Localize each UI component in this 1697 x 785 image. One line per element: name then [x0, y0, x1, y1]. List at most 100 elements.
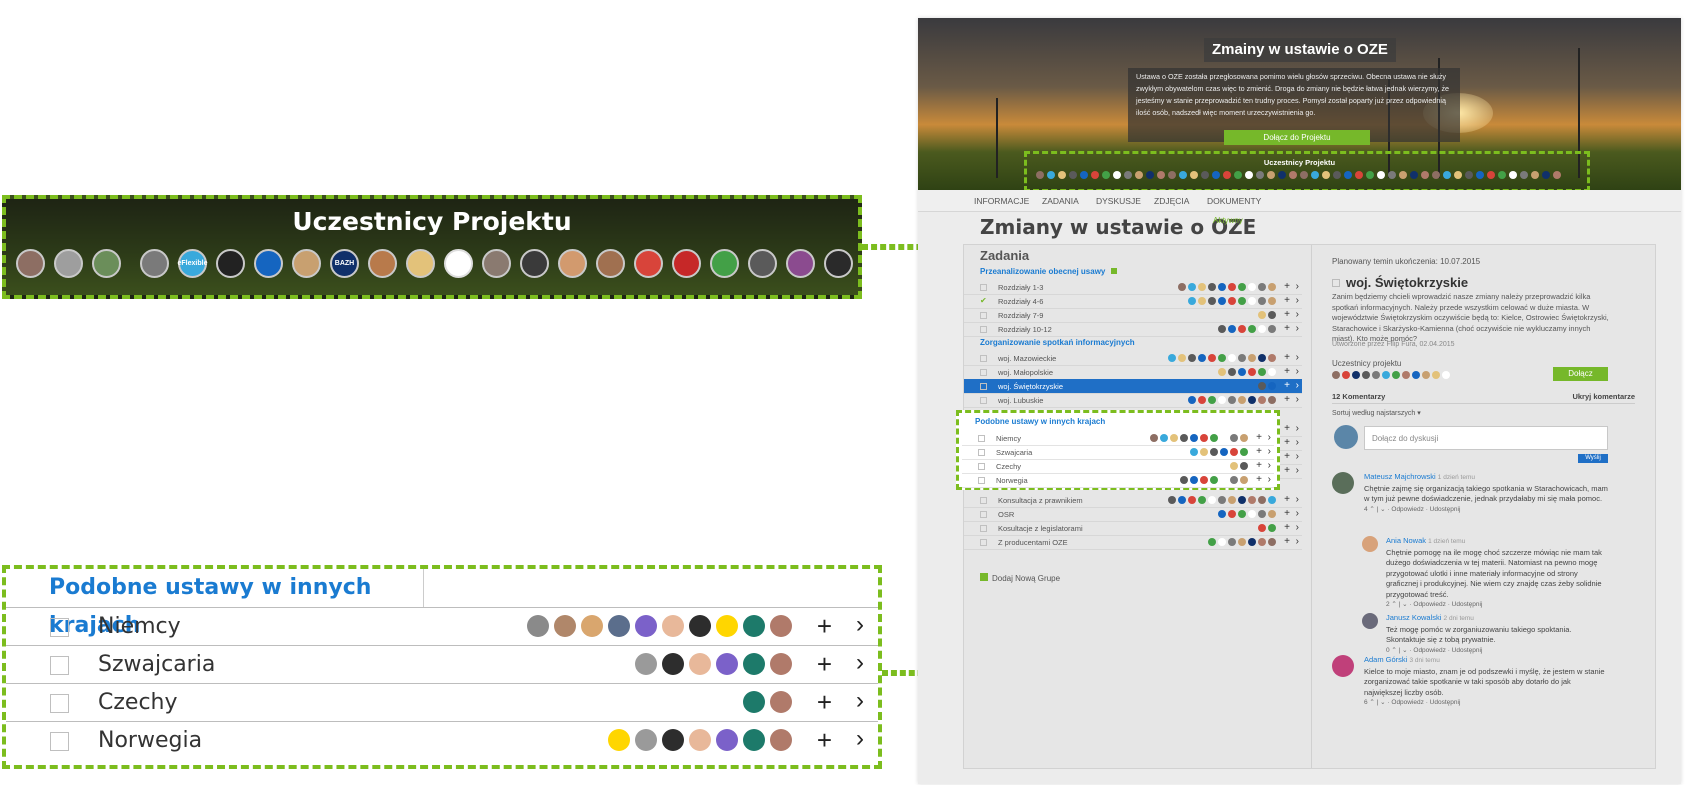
add-assignee-icon[interactable]: + — [1284, 309, 1290, 320]
task-checkbox[interactable] — [980, 326, 987, 333]
chevron-right-icon[interactable]: › — [1268, 474, 1271, 485]
participant-avatar[interactable] — [672, 249, 701, 278]
participant-avatar[interactable] — [1442, 371, 1450, 379]
add-assignee-icon[interactable]: + — [1284, 281, 1290, 292]
task-checkbox[interactable] — [980, 497, 987, 504]
participant-avatar[interactable] — [406, 249, 435, 278]
task-checkbox[interactable] — [980, 383, 987, 390]
comment-actions[interactable]: 6 ⌃ | ⌄ · Odpowiedz · Udostępnij — [1364, 698, 1608, 709]
sort-dropdown[interactable]: Sortuj według najstarszych ▾ — [1332, 409, 1421, 417]
task-checkbox[interactable] — [980, 397, 987, 404]
task-row[interactable]: Rozdziały 10-12 + › — [964, 322, 1302, 337]
participant-avatar[interactable] — [16, 249, 45, 278]
chevron-right-icon[interactable]: › — [1296, 295, 1299, 306]
comment-author[interactable]: Adam Górski — [1364, 655, 1407, 664]
task-checkbox[interactable] — [980, 525, 987, 532]
add-assignee-icon[interactable]: + — [817, 649, 832, 680]
participant-avatar[interactable] — [520, 249, 549, 278]
comment-input[interactable]: Dołącz do dyskusji — [1364, 426, 1608, 450]
chevron-right-icon[interactable]: › — [1296, 352, 1299, 363]
task-checkbox[interactable] — [980, 312, 987, 319]
participant-avatar[interactable] — [482, 249, 511, 278]
participant-avatar[interactable] — [1342, 371, 1350, 379]
add-assignee-icon[interactable]: + — [1284, 295, 1290, 306]
participant-avatar[interactable] — [54, 249, 83, 278]
add-assignee-icon[interactable]: + — [1284, 423, 1290, 434]
participant-avatar[interactable] — [1422, 371, 1430, 379]
task-group-title[interactable]: Zorganizowanie spotkań informacyjnych — [980, 338, 1135, 347]
chevron-right-icon[interactable]: › — [1296, 309, 1299, 320]
participant-avatar[interactable] — [92, 249, 121, 278]
task-group-title[interactable]: Podobne ustawy w innych krajach — [6, 569, 424, 638]
participant-avatar[interactable] — [1372, 371, 1380, 379]
chevron-right-icon[interactable]: › — [856, 725, 864, 753]
chevron-right-icon[interactable]: › — [856, 649, 864, 677]
task-row[interactable]: OSR + › — [964, 507, 1302, 522]
hide-comments-link[interactable]: Ukryj komentarze — [1572, 392, 1635, 401]
task-checkbox[interactable] — [1332, 279, 1340, 287]
chevron-right-icon[interactable]: › — [1296, 508, 1299, 519]
task-row[interactable]: Norwegia + › — [6, 721, 878, 759]
participant-avatar[interactable] — [254, 249, 283, 278]
task-row[interactable]: Niemcy + › — [962, 431, 1274, 446]
add-assignee-icon[interactable]: + — [1284, 522, 1290, 533]
participant-avatar[interactable] — [1412, 371, 1420, 379]
task-row[interactable]: Czechy + › — [962, 459, 1274, 474]
participant-avatar[interactable] — [1332, 371, 1340, 379]
chevron-right-icon[interactable]: › — [1296, 394, 1299, 405]
task-checkbox[interactable]: ✔ — [980, 296, 987, 305]
task-checkbox[interactable] — [50, 694, 69, 713]
add-assignee-icon[interactable]: + — [1284, 437, 1290, 448]
chevron-right-icon[interactable]: › — [1296, 323, 1299, 334]
participant-avatar[interactable] — [786, 249, 815, 278]
chevron-right-icon[interactable]: › — [1296, 281, 1299, 292]
tab-dyskusje[interactable]: DYSKUSJE — [1096, 196, 1141, 206]
add-assignee-icon[interactable]: + — [1284, 394, 1290, 405]
comment-author[interactable]: Mateusz Majchrowski — [1364, 472, 1436, 481]
participant-avatar[interactable] — [558, 249, 587, 278]
add-assignee-icon[interactable]: + — [1284, 536, 1290, 547]
participant-avatar[interactable]: eFlexible — [178, 249, 207, 278]
participant-avatar[interactable] — [1402, 371, 1410, 379]
chevron-right-icon[interactable]: › — [1296, 536, 1299, 547]
chevron-right-icon[interactable]: › — [856, 611, 864, 639]
task-row[interactable]: Z producentami OZE + › — [964, 535, 1302, 550]
task-row[interactable]: Konsultacja z prawnikiem + › — [964, 493, 1302, 508]
task-row[interactable]: woj. Lubuskie + › — [964, 393, 1302, 408]
add-assignee-icon[interactable]: + — [1256, 474, 1262, 485]
task-checkbox[interactable] — [980, 511, 987, 518]
add-assignee-icon[interactable]: + — [817, 611, 832, 642]
participant-avatar[interactable] — [1352, 371, 1360, 379]
task-row[interactable]: ✔ Rozdziały 4-6 + › — [964, 294, 1302, 309]
chevron-right-icon[interactable]: › — [1268, 446, 1271, 457]
task-checkbox[interactable] — [50, 732, 69, 751]
participant-avatar[interactable] — [824, 249, 853, 278]
participant-avatar[interactable] — [710, 249, 739, 278]
task-checkbox[interactable] — [980, 355, 987, 362]
task-row[interactable]: woj. Małopolskie + › — [964, 365, 1302, 380]
chevron-right-icon[interactable]: › — [1296, 465, 1299, 476]
comment-actions[interactable]: 2 ⌃ | ⌄ · Odpowiedz · Udostępnij — [1386, 600, 1608, 611]
chevron-right-icon[interactable]: › — [1296, 494, 1299, 505]
participant-avatar[interactable] — [368, 249, 397, 278]
participant-avatar[interactable]: BAZH — [330, 249, 359, 278]
task-row[interactable]: woj. Mazowieckie + › — [964, 351, 1302, 366]
tab-informacje[interactable]: INFORMACJE — [974, 196, 1029, 206]
task-row[interactable]: Szwajcaria + › — [6, 645, 878, 683]
task-checkbox[interactable] — [978, 435, 985, 442]
chevron-right-icon[interactable]: › — [1296, 423, 1299, 434]
comment-author[interactable]: Janusz Kowalski — [1386, 613, 1441, 622]
participant-avatar[interactable] — [748, 249, 777, 278]
chevron-right-icon[interactable]: › — [1268, 432, 1271, 443]
add-assignee-icon[interactable]: + — [1284, 323, 1290, 334]
task-group-title[interactable]: Przeanalizowanie obecnej usawy — [980, 267, 1118, 276]
task-checkbox[interactable] — [980, 539, 987, 546]
add-assignee-icon[interactable]: + — [817, 687, 832, 718]
task-row[interactable]: Norwegia + › — [962, 473, 1274, 488]
add-assignee-icon[interactable]: + — [1284, 451, 1290, 462]
add-assignee-icon[interactable]: + — [1256, 460, 1262, 471]
add-assignee-icon[interactable]: + — [1256, 446, 1262, 457]
chevron-right-icon[interactable]: › — [1268, 460, 1271, 471]
add-assignee-icon[interactable]: + — [1284, 380, 1290, 391]
participant-avatar[interactable] — [292, 249, 321, 278]
